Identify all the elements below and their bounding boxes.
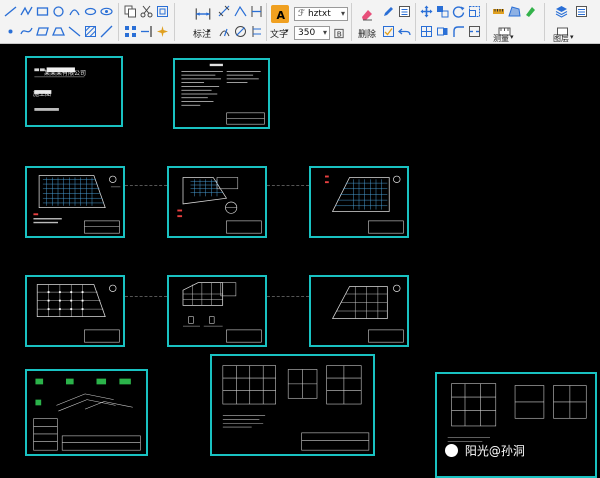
spline-icon[interactable] [19, 24, 34, 39]
layer-icon[interactable] [552, 4, 570, 19]
undo-icon[interactable] [397, 24, 412, 39]
dim-baseline-icon[interactable] [249, 4, 264, 19]
xline-icon[interactable] [99, 24, 114, 39]
column-2-drawing [182, 282, 262, 343]
dimension-dropdown-icon[interactable]: ▾ [207, 27, 211, 35]
drawing-sheet-column-3[interactable] [309, 275, 409, 347]
drawing-sheet-plan-1[interactable] [25, 166, 125, 238]
font-tt-icon: ℱ [298, 9, 308, 19]
eye-icon[interactable] [99, 4, 114, 19]
chevron-down-icon: ▾ [322, 28, 327, 37]
rectangle-icon[interactable] [35, 4, 50, 19]
font-size-value: 350 [298, 28, 316, 38]
extend-icon[interactable] [139, 24, 154, 39]
distance-icon[interactable] [491, 4, 506, 19]
drawing-sheet-notes[interactable] [173, 58, 270, 129]
svg-text:A: A [276, 9, 285, 21]
line-icon[interactable] [3, 4, 18, 19]
drawing-sheet-elevation[interactable] [210, 354, 375, 456]
drawing-canvas[interactable]: 某某某有限公司 施工图 阳光@孙洞 [0, 44, 600, 478]
plan-2-drawing [177, 177, 262, 234]
drawing-sheet-column-1[interactable] [25, 275, 125, 347]
plan-1-drawing [33, 175, 121, 234]
drawing-sheet-details[interactable] [25, 369, 148, 456]
dim-radius-icon[interactable] [217, 24, 232, 39]
copy-icon[interactable] [123, 4, 138, 19]
point-icon[interactable] [3, 24, 18, 39]
column-3-drawing [331, 284, 404, 343]
font-name-value: hztxt [307, 9, 331, 19]
area-icon[interactable] [507, 4, 522, 19]
column-1-drawing [36, 284, 120, 343]
rotate-icon[interactable] [451, 4, 466, 19]
delete-label: 删除 [358, 30, 377, 40]
eraser-icon[interactable] [357, 5, 375, 23]
text-bold-icon[interactable]: B [333, 26, 345, 41]
watermark: 阳光@孙洞 [445, 442, 525, 459]
highlighter-icon[interactable] [523, 4, 538, 19]
ribbon-toolbar: 标注 ▾ A 文字 ▾ ℱ hztxt ▾ 350 ▾ B 删除 测量 ▾ 图层… [0, 0, 600, 44]
ellipse-icon[interactable] [83, 4, 98, 19]
arc-icon[interactable] [67, 4, 82, 19]
cover-company: 某某某有限公司 [44, 70, 87, 77]
cover-title: 施工图 [33, 91, 52, 98]
ray-icon[interactable] [67, 24, 82, 39]
dim-angular-icon[interactable] [233, 4, 248, 19]
section-drawing [447, 383, 587, 442]
zhihu-logo-icon [445, 444, 458, 457]
layer-label: 图层 [553, 34, 569, 43]
move-icon[interactable] [419, 4, 434, 19]
drawing-sheet-column-2[interactable] [167, 275, 267, 347]
measure-dropdown-icon[interactable]: ▾ [510, 33, 514, 41]
break-icon[interactable] [467, 24, 482, 39]
polyline-icon[interactable] [19, 4, 34, 19]
scale-icon[interactable] [467, 4, 482, 19]
text-style-icon[interactable]: A [271, 5, 289, 23]
drawing-sheet-section[interactable] [435, 372, 597, 478]
notes-sheet-drawing [181, 63, 265, 125]
properties-icon[interactable] [397, 4, 412, 19]
dim-diameter-icon[interactable] [233, 24, 248, 39]
dimension-icon[interactable] [193, 5, 213, 23]
trapezoid-icon[interactable] [51, 24, 66, 39]
array-icon[interactable] [123, 24, 138, 39]
fillet-icon[interactable] [451, 24, 466, 39]
font-size-select[interactable]: 350 ▾ [294, 26, 330, 40]
dim-ordinate-icon[interactable] [249, 24, 264, 39]
circle-icon[interactable] [51, 4, 66, 19]
offset-icon[interactable] [155, 4, 170, 19]
edit-pencil-icon[interactable] [381, 4, 396, 19]
text-dropdown-icon[interactable]: ▾ [285, 27, 289, 35]
match-icon[interactable] [381, 24, 396, 39]
measure-label: 测量 [493, 34, 509, 43]
explode-icon[interactable] [155, 24, 170, 39]
layer-dropdown-icon[interactable]: ▾ [570, 33, 574, 41]
font-name-select[interactable]: ℱ hztxt ▾ [294, 7, 348, 21]
layer-manager-icon[interactable] [574, 4, 589, 19]
parallelogram-icon[interactable] [35, 24, 50, 39]
drawing-sheet-plan-2[interactable] [167, 166, 267, 238]
elevation-drawing [222, 365, 370, 451]
svg-text:B: B [337, 30, 342, 39]
hatch-icon[interactable] [83, 24, 98, 39]
plan-3-drawing [325, 175, 404, 234]
chevron-down-icon: ▾ [340, 9, 345, 18]
details-drawing [33, 378, 141, 451]
mirror-icon[interactable] [419, 24, 434, 39]
trim-icon[interactable] [139, 4, 154, 19]
copy-move-icon[interactable] [435, 4, 450, 19]
dim-aligned-icon[interactable] [217, 4, 232, 19]
stretch-icon[interactable] [435, 24, 450, 39]
watermark-handle: 阳光@孙洞 [464, 444, 525, 458]
drawing-sheet-plan-3[interactable] [309, 166, 409, 238]
